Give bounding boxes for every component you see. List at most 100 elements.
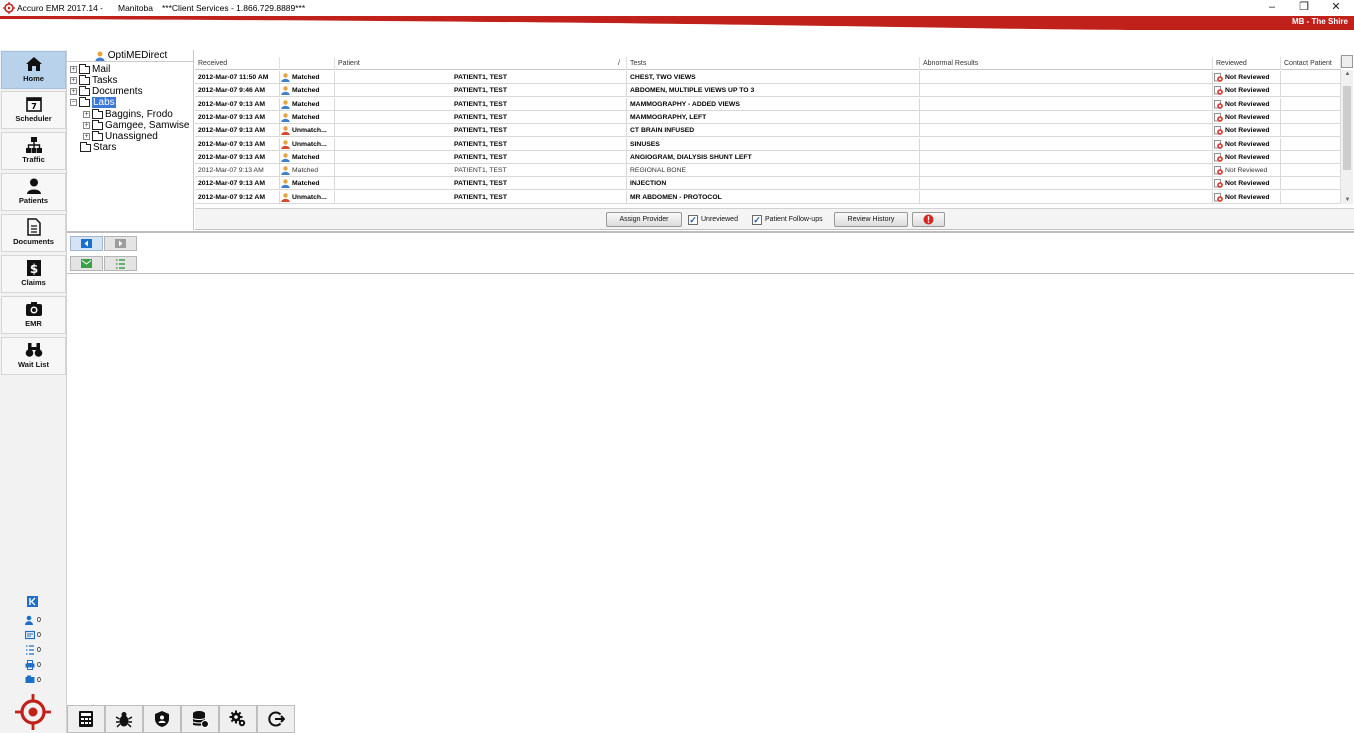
table-row[interactable]: 2012-Mar-07 9:46 AM Matched PATIENT1, TEST… [195,84,1341,98]
tree-node-gamgee[interactable]: + Gamgee, Samwise [83,119,190,131]
person-icon [26,178,41,194]
matched-patient-icon [281,86,290,96]
cell-received-text: 2012-Mar-07 9:13 AM [198,153,265,161]
header-received[interactable]: Received [195,57,280,70]
not-reviewed-icon [1214,99,1223,109]
header-match[interactable] [280,57,335,70]
cell-received-text: 2012-Mar-07 9:13 AM [198,113,265,121]
tree-node-unassigned[interactable]: + Unassigned [83,130,158,142]
nav-documents[interactable]: Documents [1,214,66,252]
nav-patients[interactable]: Patients [1,173,66,211]
nav-claims[interactable]: $ Claims [1,255,66,293]
unreviewed-checkbox[interactable]: ✓ Unreviewed [688,214,738,226]
table-scrollbar[interactable]: ▲ ▼ [1340,70,1353,204]
nav-scheduler[interactable]: 7 Scheduler [1,91,66,129]
table-row[interactable]: 2012-Mar-07 9:13 AM Matched PATIENT1, TEST… [195,97,1341,111]
expand-icon[interactable]: + [70,66,77,73]
tree-node-stars[interactable]: Stars [80,141,116,153]
tree-node-baggins[interactable]: + Baggins, Frodo [83,108,173,120]
expand-icon[interactable]: + [83,133,90,140]
table-row[interactable]: 2012-Mar-07 9:13 AM Matched PATIENT1, TEST… [195,164,1341,178]
forward-button[interactable] [104,236,137,251]
tasks-count[interactable]: 0 [25,645,41,656]
messages-count[interactable]: 0 [25,630,41,641]
logout-icon [268,711,285,727]
bug-report-button[interactable] [105,705,143,733]
column-chooser-icon[interactable] [1341,55,1353,68]
header-reviewed[interactable]: Reviewed [1213,57,1281,70]
print-count[interactable]: 0 [25,660,41,671]
nav-home-label: Home [23,74,44,83]
back-button[interactable] [70,236,103,251]
expand-icon[interactable]: + [70,77,77,84]
splitter[interactable] [67,231,1354,233]
nav-emr[interactable]: EMR [1,296,66,334]
scroll-down-icon[interactable]: ▼ [1343,197,1352,203]
nav-wait-list[interactable]: Wait List [1,337,66,375]
cell-test: CHEST, TWO VIEWS [627,71,920,84]
cell-match-text: Matched [292,113,320,121]
expand-icon[interactable]: + [83,122,90,129]
list-button[interactable] [104,256,137,271]
checkbox-icon[interactable]: ✓ [752,215,762,225]
header-tests[interactable]: Tests [627,57,920,70]
calculator-button[interactable] [67,705,105,733]
bottom-toolbar [67,705,296,733]
minimize-button[interactable]: – [1262,0,1282,15]
alert-icon [923,214,934,225]
cell-match: Matched [280,97,335,111]
tree-node-label: Gamgee, Samwise [105,120,190,131]
header-abnormal-results[interactable]: Abnormal Results [920,57,1213,70]
collapse-icon[interactable] [27,596,38,607]
scroll-up-icon[interactable]: ▲ [1343,71,1352,77]
table-row[interactable]: 2012-Mar-07 9:13 AM Unmatch... PATIENT1, T… [195,124,1341,138]
table-row[interactable]: 2012-Mar-07 9:13 AM Matched PATIENT1, TEST… [195,177,1341,191]
fax-count[interactable]: 0 [25,675,41,686]
expand-icon[interactable]: + [83,111,90,118]
not-reviewed-icon [1214,166,1223,175]
tree-node-documents[interactable]: + Documents [70,85,143,97]
follow-ups-checkbox[interactable]: ✓ Patient Follow-ups [752,214,823,226]
nav-traffic-label: Traffic [22,155,45,164]
table-row[interactable]: 2012-Mar-07 9:13 AM Unmatch... PATIENT1, T… [195,137,1341,151]
cell-test-text: ABDOMEN, MULTIPLE VIEWS UP TO 3 [630,87,755,95]
tree-node-mail[interactable]: + Mail [70,63,110,75]
checkbox-icon[interactable]: ✓ [688,215,698,225]
header-contact-patient[interactable]: Contact Patient [1281,57,1341,70]
table-row[interactable]: 2012-Mar-07 9:12 AM Unmatch... PATIENT1, T… [195,190,1341,204]
restore-button[interactable]: ❐ [1294,0,1314,15]
cell-received: 2012-Mar-07 11:50 AM [195,71,280,84]
table-row[interactable]: 2012-Mar-07 9:13 AM Matched PATIENT1, TEST… [195,150,1341,164]
nav-home[interactable]: Home [1,51,66,89]
security-button[interactable] [143,705,181,733]
tree-node-labs[interactable]: − Labs [70,96,116,108]
header-patient[interactable]: Patient / [335,57,627,70]
alert-button[interactable] [912,212,945,227]
tree-node-tasks[interactable]: + Tasks [70,74,118,86]
nav-traffic[interactable]: Traffic [1,132,66,170]
cell-match-text: Unmatch... [292,193,327,201]
database-button[interactable] [181,705,219,733]
cell-contact [1281,97,1341,111]
users-count[interactable]: 0 [25,615,41,626]
settings-button[interactable] [219,705,257,733]
tree-root[interactable]: OptiMEDirect [95,50,167,61]
review-history-button[interactable]: Review History [834,212,908,227]
follow-ups-label: Patient Follow-ups [765,216,823,223]
table-row[interactable]: 2012-Mar-07 11:50 AM Matched PATIENT1, TES… [195,71,1341,84]
cell-test: MAMMOGRAPHY, LEFT [627,110,920,124]
cell-contact [1281,124,1341,138]
table-row[interactable]: 2012-Mar-07 9:13 AM Matched PATIENT1, TEST… [195,110,1341,124]
assign-provider-button[interactable]: Assign Provider [606,212,682,227]
accuro-target-logo-icon[interactable] [15,694,51,730]
folder-icon [92,108,103,119]
close-button[interactable]: ✕ [1326,0,1346,15]
scroll-thumb[interactable] [1343,86,1351,170]
cell-reviewed-text: Not Reviewed [1225,180,1270,188]
cell-test: MAMMOGRAPHY - ADDED VIEWS [627,97,920,111]
fax-icon [25,675,35,683]
expand-icon[interactable]: + [70,88,77,95]
logout-button[interactable] [257,705,295,733]
email-button[interactable] [70,256,103,271]
collapse-node-icon[interactable]: − [70,99,77,106]
